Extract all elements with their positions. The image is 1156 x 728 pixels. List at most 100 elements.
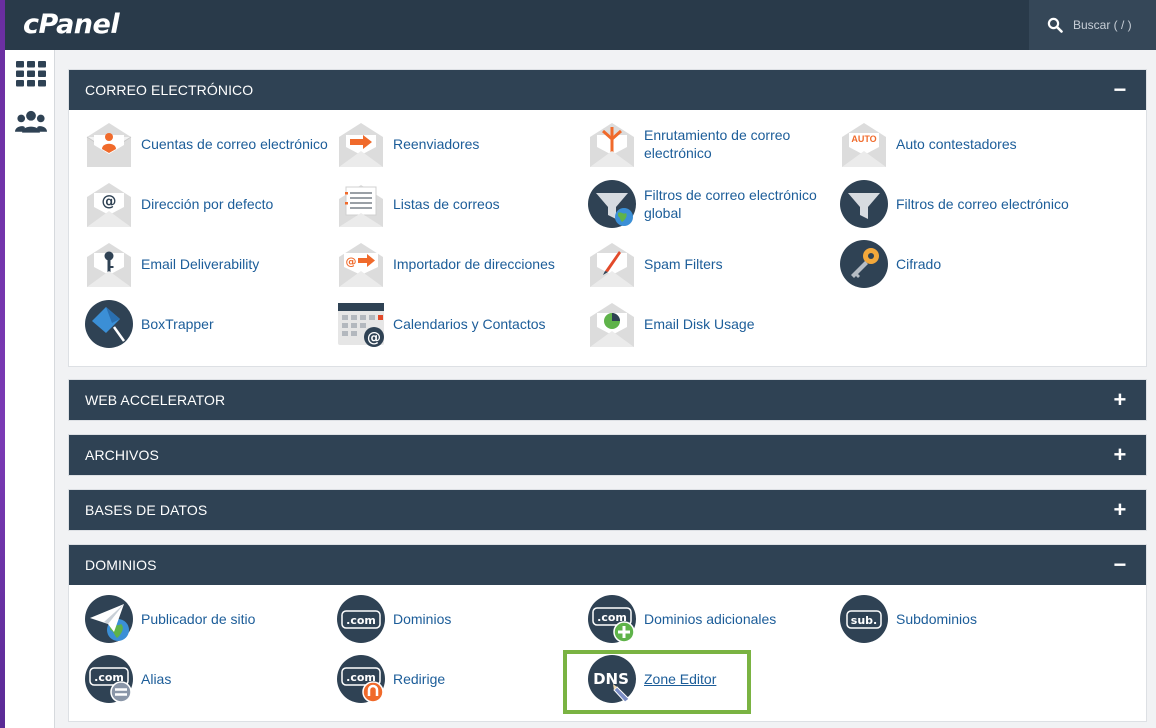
svg-text:.com: .com bbox=[346, 614, 376, 627]
email-panel-header[interactable]: CORREO ELECTRÓNICO − bbox=[69, 70, 1146, 110]
top-bar: cPanel bbox=[5, 0, 1156, 50]
redirects-link[interactable]: .com Redirige bbox=[336, 653, 586, 705]
svg-text:DNS: DNS bbox=[593, 670, 629, 688]
dominios-panel: DOMINIOS − Publicador de sitio .com Domi… bbox=[68, 544, 1147, 722]
panel-title: CORREO ELECTRÓNICO bbox=[85, 82, 254, 98]
autoresponder-icon: AUTO bbox=[842, 123, 886, 167]
expand-icon[interactable]: + bbox=[1112, 389, 1128, 411]
spam-filters-link[interactable]: Spam Filters bbox=[587, 238, 837, 290]
item-label: Dominios adicionales bbox=[644, 611, 777, 627]
boxtrapper-link[interactable]: BoxTrapper bbox=[84, 298, 334, 350]
default-address-icon: @ bbox=[87, 183, 131, 227]
item-label: Enrutamiento de correo electrónico bbox=[644, 127, 791, 161]
item-label: Dominios bbox=[393, 611, 452, 627]
panel-title: ARCHIVOS bbox=[85, 447, 159, 463]
mailing-list-icon bbox=[339, 185, 383, 227]
item-label: Listas de correos bbox=[393, 196, 500, 212]
redirects-icon: .com bbox=[337, 655, 385, 703]
cpanel-logo[interactable]: cPanel bbox=[23, 9, 120, 40]
zone-editor-link[interactable]: DNS Zone Editor bbox=[587, 653, 837, 705]
panel-title: DOMINIOS bbox=[85, 557, 157, 573]
site-publisher-link[interactable]: Publicador de sitio bbox=[84, 593, 334, 645]
item-label: Zone Editor bbox=[644, 671, 717, 687]
default-address-link[interactable]: @ Dirección por defecto bbox=[84, 178, 334, 230]
addon-domains-link[interactable]: .com Dominios adicionales bbox=[587, 593, 837, 645]
search-input[interactable] bbox=[1073, 18, 1143, 32]
apps-grid-button[interactable] bbox=[15, 60, 47, 88]
email-routing-icon bbox=[590, 123, 634, 167]
item-label: Cuentas de correo electrónico bbox=[141, 136, 328, 152]
item-label: Alias bbox=[141, 671, 172, 687]
boxtrapper-icon bbox=[85, 300, 133, 348]
item-label: Filtros de correo electrónico global bbox=[644, 187, 817, 221]
apps-grid-icon bbox=[16, 61, 46, 87]
dns-zone-editor-icon: DNS bbox=[588, 655, 636, 703]
item-label: BoxTrapper bbox=[141, 316, 214, 332]
expand-icon[interactable]: + bbox=[1112, 444, 1128, 466]
address-importer-icon: @ bbox=[339, 243, 383, 287]
users-button[interactable] bbox=[15, 108, 47, 136]
address-importer-link[interactable]: @ Importador de direcciones bbox=[336, 238, 586, 290]
svg-text:sub.: sub. bbox=[851, 614, 877, 627]
archivos-panel: ARCHIVOS + bbox=[68, 434, 1147, 476]
site-publisher-icon bbox=[85, 595, 133, 643]
item-label: Subdominios bbox=[896, 611, 977, 627]
item-label: Importador de direcciones bbox=[393, 256, 555, 272]
addon-domains-icon: .com bbox=[588, 595, 636, 643]
domains-icon: .com bbox=[337, 595, 385, 643]
item-label: Calendarios y Contactos bbox=[393, 316, 546, 332]
email-deliverability-link[interactable]: Email Deliverability bbox=[84, 238, 334, 290]
spam-filter-icon bbox=[590, 243, 634, 287]
item-label: Spam Filters bbox=[644, 256, 723, 272]
svg-text:@: @ bbox=[367, 330, 381, 346]
svg-text:@: @ bbox=[102, 192, 117, 210]
global-email-filters-link[interactable]: Filtros de correo electrónico global bbox=[587, 178, 837, 230]
autoresponders-link[interactable]: AUTO Auto contestadores bbox=[839, 118, 1089, 170]
email-panel: CORREO ELECTRÓNICO − Cuentas de correo e… bbox=[68, 69, 1147, 367]
forwarder-icon bbox=[339, 123, 383, 167]
calendars-contacts-link[interactable]: @ Calendarios y Contactos bbox=[336, 298, 586, 350]
archivos-panel-header[interactable]: ARCHIVOS + bbox=[69, 435, 1146, 475]
domains-link[interactable]: .com Dominios bbox=[336, 593, 586, 645]
bases-de-datos-panel: BASES DE DATOS + bbox=[68, 489, 1147, 531]
item-label: Reenviadores bbox=[393, 136, 480, 152]
deliverability-icon bbox=[87, 243, 131, 287]
aliases-link[interactable]: .com Alias bbox=[84, 653, 334, 705]
email-filter-icon bbox=[840, 180, 888, 228]
bases-de-datos-panel-header[interactable]: BASES DE DATOS + bbox=[69, 490, 1146, 530]
forwarders-link[interactable]: Reenviadores bbox=[336, 118, 586, 170]
item-label: Auto contestadores bbox=[896, 136, 1017, 152]
web-accelerator-panel: WEB ACCELERATOR + bbox=[68, 379, 1147, 421]
alias-icon: .com bbox=[85, 655, 133, 703]
collapse-icon[interactable]: − bbox=[1112, 554, 1128, 576]
item-label: Cifrado bbox=[896, 256, 942, 272]
encryption-key-icon bbox=[840, 240, 888, 288]
item-label: Redirige bbox=[393, 671, 446, 687]
global-filter-icon bbox=[588, 180, 636, 228]
email-accounts-link[interactable]: Cuentas de correo electrónico bbox=[84, 118, 334, 170]
main-content: CORREO ELECTRÓNICO − Cuentas de correo e… bbox=[55, 50, 1156, 728]
web-accelerator-panel-header[interactable]: WEB ACCELERATOR + bbox=[69, 380, 1146, 420]
expand-icon[interactable]: + bbox=[1112, 499, 1128, 521]
panel-title: WEB ACCELERATOR bbox=[85, 392, 226, 408]
disk-usage-icon bbox=[590, 303, 634, 347]
email-filters-link[interactable]: Filtros de correo electrónico bbox=[839, 178, 1089, 230]
subdomains-link[interactable]: sub. Subdominios bbox=[839, 593, 1089, 645]
search-box[interactable] bbox=[1029, 0, 1156, 50]
dominios-panel-header[interactable]: DOMINIOS − bbox=[69, 545, 1146, 585]
panel-title: BASES DE DATOS bbox=[85, 502, 208, 518]
collapse-icon[interactable]: − bbox=[1112, 79, 1128, 101]
encryption-link[interactable]: Cifrado bbox=[839, 238, 1089, 290]
email-routing-link[interactable]: Enrutamiento de correo electrónico bbox=[587, 118, 837, 170]
email-account-icon bbox=[86, 123, 132, 167]
svg-text:@: @ bbox=[346, 255, 357, 268]
sidebar bbox=[5, 50, 55, 728]
item-label: Publicador de sitio bbox=[141, 611, 256, 627]
mailing-lists-link[interactable]: Listas de correos bbox=[336, 178, 586, 230]
calendar-icon: @ bbox=[338, 303, 384, 347]
svg-text:AUTO: AUTO bbox=[851, 134, 876, 144]
email-disk-usage-link[interactable]: Email Disk Usage bbox=[587, 298, 837, 350]
users-icon bbox=[15, 110, 47, 133]
item-label: Filtros de correo electrónico bbox=[896, 196, 1069, 212]
item-label: Dirección por defecto bbox=[141, 196, 274, 212]
